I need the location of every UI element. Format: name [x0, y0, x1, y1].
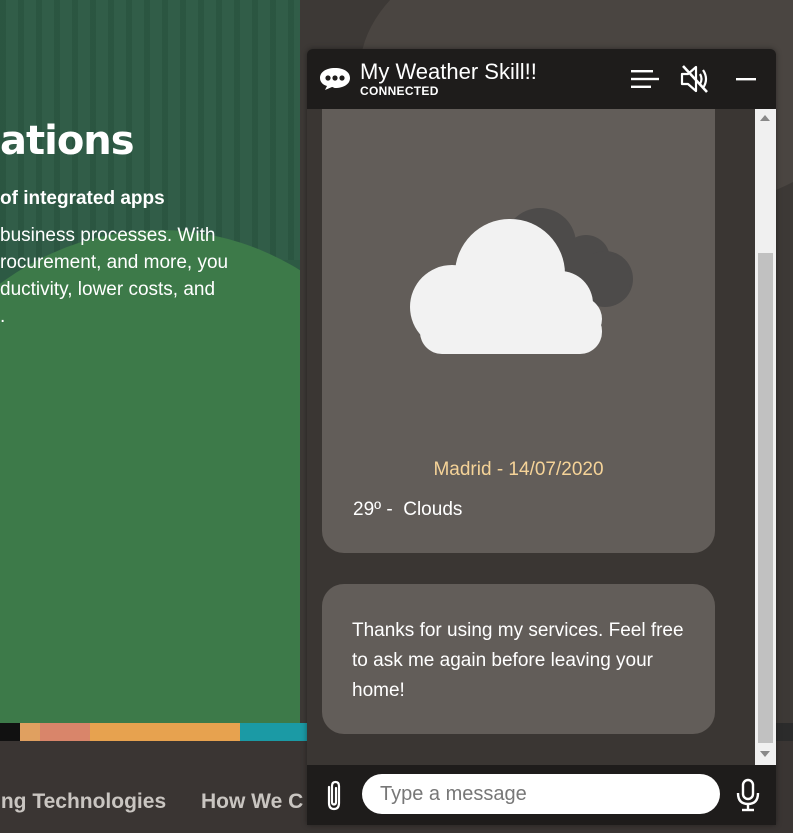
weather-summary: 29º - Clouds: [353, 499, 463, 520]
scroll-down-arrow-icon[interactable]: [760, 751, 770, 757]
microphone-icon[interactable]: [735, 778, 761, 812]
weather-location-date: Madrid - 14/07/2020: [433, 459, 604, 480]
chat-widget: My Weather Skill!! CONNECTED Madrid - 14…: [307, 49, 776, 825]
connection-status: CONNECTED: [360, 84, 439, 98]
hero-body-line: business processes. With: [0, 225, 216, 246]
chat-header: My Weather Skill!! CONNECTED: [307, 49, 776, 109]
menu-button[interactable]: [629, 63, 661, 95]
minimize-button[interactable]: [730, 63, 762, 95]
mute-button[interactable]: [679, 63, 711, 95]
weather-card: Madrid - 14/07/2020 29º - Clouds: [322, 109, 715, 553]
hero-subtitle: of integrated apps: [0, 188, 165, 209]
hero-body: business processes. With rocurement, and…: [0, 222, 260, 330]
bot-message-bubble: Thanks for using my services. Feel free …: [322, 584, 715, 734]
hero-body-line: .: [0, 306, 6, 327]
hero-body-line: rocurement, and more, you: [0, 252, 229, 273]
cloud-icon: [410, 208, 633, 354]
chat-title: My Weather Skill!!: [360, 59, 537, 84]
hero-body-line: ductivity, lower costs, and: [0, 279, 216, 300]
hero-title: ations: [0, 118, 135, 164]
chat-bubble-icon: [320, 68, 350, 90]
speaker-muted-icon: [680, 65, 708, 93]
chat-input-bar: [307, 765, 776, 825]
scrollbar-thumb[interactable]: [758, 253, 773, 743]
menu-icon: [631, 70, 659, 88]
footer-link-how-we[interactable]: How We C: [201, 790, 303, 814]
minimize-icon: [736, 78, 756, 81]
scroll-up-arrow-icon[interactable]: [760, 115, 770, 121]
message-input[interactable]: [362, 774, 720, 814]
conversation-pane[interactable]: Madrid - 14/07/2020 29º - Clouds Thanks …: [307, 109, 755, 765]
conversation-scrollbar[interactable]: [755, 109, 776, 765]
footer-link-technologies[interactable]: ing Technologies: [0, 790, 166, 814]
background-green-panel: ations of integrated apps business proce…: [0, 0, 300, 725]
paperclip-icon[interactable]: [321, 780, 347, 812]
